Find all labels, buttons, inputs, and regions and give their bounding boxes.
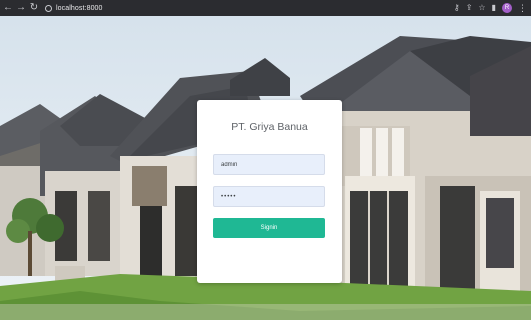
- key-icon[interactable]: ⚷: [454, 0, 460, 16]
- signin-button[interactable]: Signin: [213, 218, 325, 238]
- back-arrow-icon[interactable]: ←: [3, 0, 13, 16]
- site-info-icon[interactable]: [45, 4, 52, 12]
- sidebar-icon[interactable]: ▮: [492, 0, 496, 16]
- browser-toolbar: ← → ↻ localhost:8000 ⚷ ⇪ ☆ ▮ R ⋮: [0, 0, 531, 16]
- forward-arrow-icon[interactable]: →: [16, 0, 26, 16]
- address-bar[interactable]: localhost:8000: [45, 0, 103, 16]
- login-card: PT. Griya Banua Signin: [197, 100, 342, 283]
- password-input[interactable]: [213, 186, 325, 207]
- reload-icon[interactable]: ↻: [29, 0, 39, 16]
- menu-icon[interactable]: ⋮: [518, 3, 527, 14]
- url-text[interactable]: localhost:8000: [56, 5, 103, 12]
- username-input[interactable]: [213, 154, 325, 175]
- background-house-photo: PT. Griya Banua Signin: [0, 16, 531, 320]
- browser-actions: ⚷ ⇪ ☆ ▮ R ⋮: [454, 0, 527, 16]
- profile-avatar[interactable]: R: [502, 3, 512, 13]
- company-title: PT. Griya Banua: [231, 121, 308, 133]
- star-icon[interactable]: ☆: [478, 0, 485, 16]
- share-icon[interactable]: ⇪: [466, 0, 473, 16]
